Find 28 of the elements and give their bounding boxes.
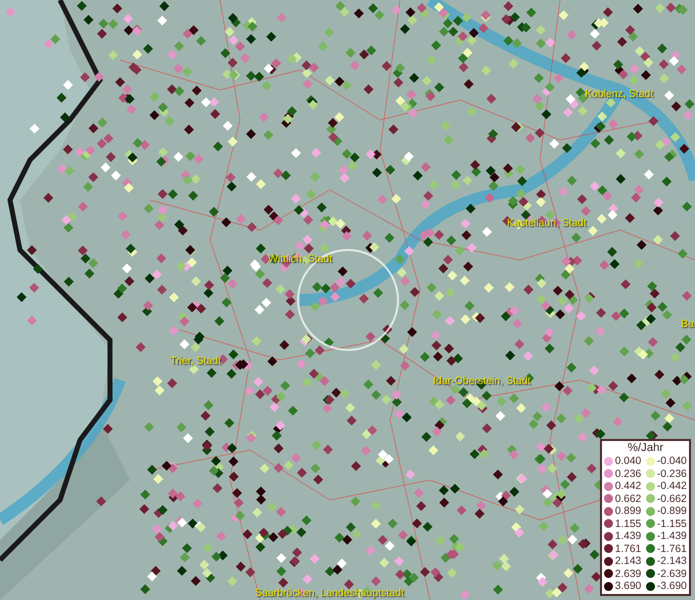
legend-value: 1.761: [615, 542, 642, 555]
legend-value: 0.899: [615, 505, 642, 518]
legend-value: -0.040: [657, 455, 687, 468]
legend-value: 1.439: [615, 530, 642, 542]
legend-value: -2.143: [657, 555, 687, 568]
legend-value: -0.236: [657, 468, 687, 480]
place-label: Saarbrücken, Landeshauptstadt: [255, 587, 404, 599]
legend-title: %/Jahr: [626, 442, 664, 455]
legend-value: -0.899: [657, 505, 687, 518]
place-label: Koblenz, Stadt: [585, 88, 654, 100]
legend-value: 0.662: [615, 492, 642, 505]
legend-value: 0.040: [615, 455, 642, 468]
legend-value: -1.761: [657, 542, 687, 555]
legend-value: 1.155: [615, 518, 642, 530]
legend-value: 0.442: [615, 480, 642, 492]
legend-value: -0.662: [657, 492, 687, 505]
legend-value: 2.143: [615, 555, 642, 568]
legend-value: 0.236: [615, 468, 642, 480]
legend-value: 2.639: [615, 568, 642, 580]
legend-value: -1.439: [657, 530, 687, 542]
place-label: Trier, Stadt: [170, 355, 221, 367]
legend-value: -3.690: [657, 580, 687, 592]
legend-value: -1.155: [657, 518, 687, 530]
legend-value: 3.690: [615, 580, 642, 592]
place-label: Idar-Oberstein, Stadt: [433, 375, 530, 387]
place-label: Ba: [681, 318, 694, 330]
legend-value: -2.639: [657, 568, 687, 580]
legend-value: -0.442: [657, 480, 687, 492]
